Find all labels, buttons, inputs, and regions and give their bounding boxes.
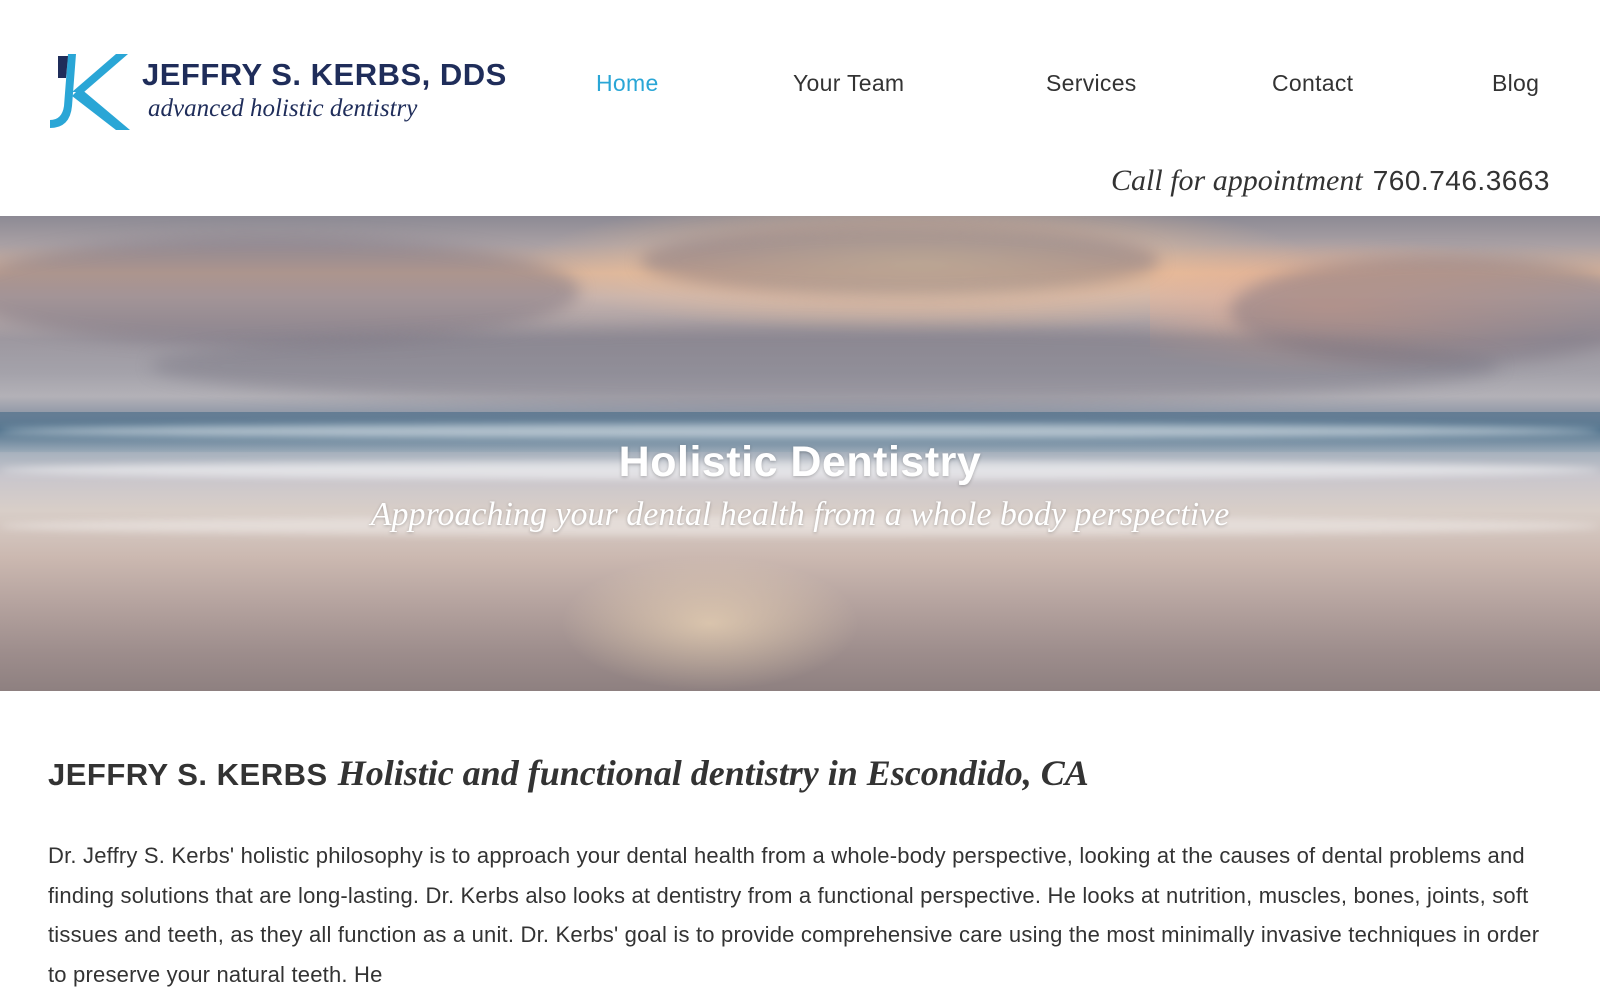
logo-k-mark-icon (28, 48, 138, 136)
hero-wave (0, 424, 1600, 438)
main-content: JEFFRY S. KERBS Holistic and functional … (48, 752, 1558, 994)
nav-services[interactable]: Services (1046, 70, 1137, 97)
call-label: Call for appointment (1111, 164, 1363, 197)
logo-name: JEFFRY S. KERBS, DDS (142, 57, 507, 92)
logo-tagline: advanced holistic dentistry (148, 95, 418, 122)
intro-name: JEFFRY S. KERBS (48, 757, 328, 792)
site-header: JEFFRY S. KERBS, DDS advanced holistic d… (0, 0, 1600, 216)
main-nav: Home Your Team Services Contact Blog (590, 70, 1550, 104)
intro-subtitle: Holistic and functional dentistry in Esc… (337, 753, 1089, 793)
hero-cloud (640, 226, 1160, 296)
hero-title: Holistic Dentistry (618, 438, 982, 486)
hero-cloud (150, 326, 1500, 406)
nav-contact[interactable]: Contact (1272, 70, 1353, 97)
hero-cloud (0, 236, 580, 346)
hero-banner: Holistic Dentistry Approaching your dent… (0, 216, 1600, 691)
intro-paragraph: Dr. Jeffry S. Kerbs' holistic philosophy… (48, 843, 1540, 987)
logo-text: JEFFRY S. KERBS, DDS advanced holistic d… (142, 58, 507, 126)
phone-number-link[interactable]: 760.746.3663 (1373, 165, 1550, 197)
hero-sun-reflection (560, 556, 860, 691)
nav-your-team[interactable]: Your Team (793, 70, 904, 97)
nav-blog[interactable]: Blog (1492, 70, 1539, 97)
call-for-appointment: Call for appointment 760.746.3663 (1111, 164, 1550, 198)
intro-heading: JEFFRY S. KERBS Holistic and functional … (48, 752, 1558, 794)
nav-home[interactable]: Home (596, 70, 659, 97)
site-logo[interactable]: JEFFRY S. KERBS, DDS advanced holistic d… (28, 48, 534, 136)
hero-subtitle: Approaching your dental health from a wh… (370, 496, 1230, 533)
